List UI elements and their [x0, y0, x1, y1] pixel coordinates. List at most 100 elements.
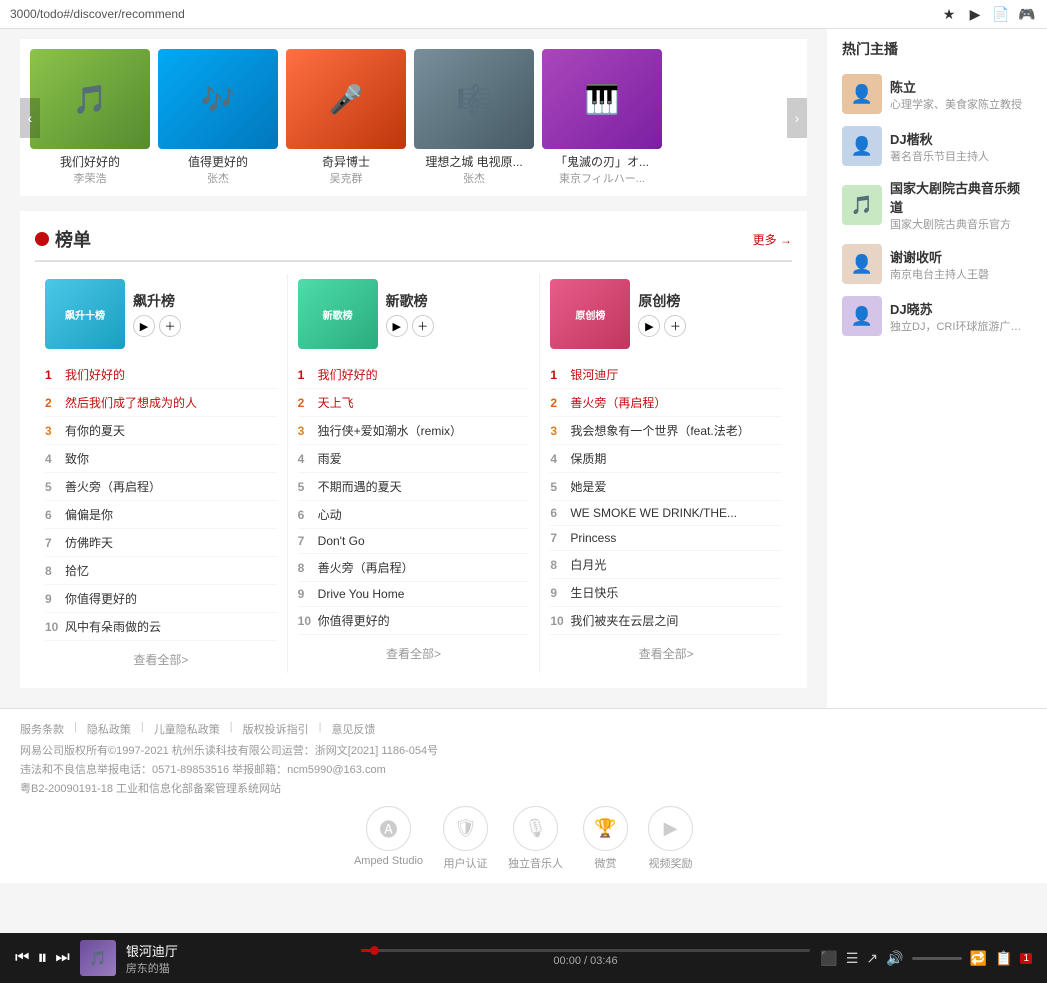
broadcaster-item[interactable]: 🎵 国家大剧院古典音乐频道 国家大剧院古典音乐官方 [842, 178, 1032, 232]
chart-item[interactable]: 7 Don't Go [298, 529, 530, 554]
footer-link[interactable]: 隐私政策 [87, 721, 131, 737]
chart-item[interactable]: 2 然后我们成了想成为的人 [45, 389, 277, 417]
footer-icon-item[interactable]: 🅐 Amped Studio [354, 806, 423, 871]
broadcaster-avatar: 👤 [842, 126, 882, 166]
chart-item[interactable]: 1 银河迪厅 [550, 361, 782, 389]
broadcaster-item[interactable]: 👤 DJ晓苏 独立DJ，CRI环球旅游广播... [842, 296, 1032, 336]
chart-play-button[interactable]: ▶ [133, 315, 155, 337]
chart-item[interactable]: 4 致你 [45, 445, 277, 473]
footer-link[interactable]: 儿童隐私政策 [154, 721, 220, 737]
chart-item[interactable]: 1 我们好好的 [298, 361, 530, 389]
chart-item[interactable]: 10 我们被夹在云层之间 [550, 607, 782, 635]
chart-item[interactable]: 5 不期而遇的夏天 [298, 473, 530, 501]
carousel-prev-button[interactable]: ‹ [20, 98, 40, 138]
album-title: 「鬼滅の刃」オ... [542, 153, 662, 170]
chart-item[interactable]: 9 生日快乐 [550, 579, 782, 607]
footer-link[interactable]: 版权投诉指引 [243, 721, 309, 737]
star-icon[interactable]: ★ [939, 4, 959, 24]
broadcaster-item[interactable]: 👤 陈立 心理学家、美食家陈立教授 [842, 74, 1032, 114]
chart-col-actions: ▶ ＋ [638, 315, 686, 337]
broadcaster-item[interactable]: 👤 谢谢收听 南京电台主持人王磬 [842, 244, 1032, 284]
content-area: ‹ 🎵 我们好好的 李荣浩 🎶 值得更好的 张杰 🎤 奇异博士 吴克群 🎼 理想… [0, 29, 827, 708]
footer-icon-item[interactable]: ▶ 视频奖励 [648, 806, 693, 871]
chart-item[interactable]: 10 你值得更好的 [298, 607, 530, 635]
carousel-album-item[interactable]: 🎶 值得更好的 张杰 [158, 49, 278, 186]
chart-item[interactable]: 6 偏偏是你 [45, 501, 277, 529]
carousel-album-item[interactable]: 🎵 我们好好的 李荣浩 [30, 49, 150, 186]
footer-icon-item[interactable]: 🏆 微赏 [583, 806, 628, 871]
player-play-button[interactable]: ⏸ [37, 947, 47, 970]
chart-play-button[interactable]: ▶ [638, 315, 660, 337]
chart-rank: 2 [45, 396, 65, 410]
chart-rank: 5 [45, 480, 65, 494]
progress-bar-container[interactable]: 00:00 / 03:46 [361, 949, 811, 967]
chart-more-link[interactable]: 更多 → [753, 231, 792, 248]
chart-item[interactable]: 9 你值得更好的 [45, 585, 277, 613]
play-icon[interactable]: ▶ [965, 4, 985, 24]
chart-rank: 8 [298, 561, 318, 575]
carousel-next-button[interactable]: › [787, 98, 807, 138]
carousel-album-item[interactable]: 🎼 理想之城 电视原... 张杰 [414, 49, 534, 186]
chart-section: 榜单 更多 → 飙升十榜 飙升榜 ▶ ＋ 1 我们好好的 [20, 211, 807, 688]
footer-link[interactable]: 意见反馈 [331, 721, 375, 737]
chart-item[interactable]: 1 我们好好的 [45, 361, 277, 389]
chart-song-title: 雨爱 [318, 450, 530, 467]
player-prev-button[interactable]: ⏮ [15, 949, 29, 967]
player-playlist-button[interactable]: 📋 [995, 950, 1012, 967]
doc-icon[interactable]: 📄 [991, 4, 1011, 24]
volume-bar[interactable] [912, 957, 962, 960]
chart-item[interactable]: 5 她是爱 [550, 473, 782, 501]
chart-item[interactable]: 4 雨爱 [298, 445, 530, 473]
chart-view-all-link[interactable]: 查看全部> [133, 653, 188, 667]
chart-item[interactable]: 2 天上飞 [298, 389, 530, 417]
chart-col-header: 原创榜 原创榜 ▶ ＋ [550, 279, 782, 349]
chart-item[interactable]: 7 仿佛昨天 [45, 529, 277, 557]
chart-song-title: 独行侠+爱如潮水（remix） [318, 422, 530, 439]
player-share-button[interactable]: ↗ [866, 950, 878, 967]
game-icon[interactable]: 🎮 [1017, 4, 1037, 24]
chart-song-title: 她是爱 [570, 478, 782, 495]
chart-col-img: 飙升十榜 [45, 279, 125, 349]
chart-item[interactable]: 2 善火旁（再启程） [550, 389, 782, 417]
chart-view-all-link[interactable]: 查看全部> [639, 647, 694, 661]
chart-item[interactable]: 7 Princess [550, 526, 782, 551]
broadcaster-info: DJ晓苏 独立DJ，CRI环球旅游广播... [890, 299, 1032, 334]
player-list-button[interactable]: ☰ [846, 950, 859, 967]
footer-icon-item[interactable]: 🎙 独立音乐人 [508, 806, 563, 871]
footer-warning: 违法和不良信息举报电话：0571-89853516 举报邮箱：ncm5990@1… [20, 761, 1027, 777]
chart-song-title: 风中有朵雨做的云 [65, 618, 277, 635]
chart-item[interactable]: 6 WE SMOKE WE DRINK/THE... [550, 501, 782, 526]
chart-item[interactable]: 8 白月光 [550, 551, 782, 579]
chart-item[interactable]: 8 善火旁（再启程） [298, 554, 530, 582]
chart-item[interactable]: 3 有你的夏天 [45, 417, 277, 445]
progress-bar[interactable] [361, 949, 811, 952]
footer-link[interactable]: 服务条款 [20, 721, 64, 737]
broadcaster-avatar: 👤 [842, 244, 882, 284]
chart-item[interactable]: 5 善火旁（再启程） [45, 473, 277, 501]
chart-item[interactable]: 3 我会想象有一个世界（feat.法老） [550, 417, 782, 445]
player-loop-button[interactable]: 🔁 [970, 950, 987, 967]
chart-add-button[interactable]: ＋ [664, 315, 686, 337]
chart-item[interactable]: 8 拾忆 [45, 557, 277, 585]
broadcaster-item[interactable]: 👤 DJ楷秋 著名音乐节目主持人 [842, 126, 1032, 166]
player-next-button[interactable]: ⏭ [55, 949, 69, 967]
chart-rank: 9 [550, 586, 570, 600]
broadcaster-desc: 国家大剧院古典音乐官方 [890, 216, 1030, 232]
chart-add-button[interactable]: ＋ [412, 315, 434, 337]
chart-song-title: 我们好好的 [65, 366, 277, 383]
album-title: 奇异博士 [286, 153, 406, 170]
player-screen-button[interactable]: ⬛ [820, 950, 837, 967]
chart-item[interactable]: 6 心动 [298, 501, 530, 529]
carousel-album-item[interactable]: 🎹 「鬼滅の刃」オ... 東京フィルハー... [542, 49, 662, 186]
footer-icon-item[interactable]: 🛡 用户认证 [443, 806, 488, 871]
carousel-album-item[interactable]: 🎤 奇异博士 吴克群 [286, 49, 406, 186]
chart-item[interactable]: 4 保质期 [550, 445, 782, 473]
chart-view-all-link[interactable]: 查看全部> [386, 647, 441, 661]
chart-add-button[interactable]: ＋ [159, 315, 181, 337]
chart-play-button[interactable]: ▶ [386, 315, 408, 337]
chart-song-title: Princess [570, 531, 782, 545]
chart-item[interactable]: 10 风中有朵雨做的云 [45, 613, 277, 641]
player-volume-button[interactable]: 🔊 [886, 950, 903, 967]
chart-item[interactable]: 9 Drive You Home [298, 582, 530, 607]
chart-item[interactable]: 3 独行侠+爱如潮水（remix） [298, 417, 530, 445]
